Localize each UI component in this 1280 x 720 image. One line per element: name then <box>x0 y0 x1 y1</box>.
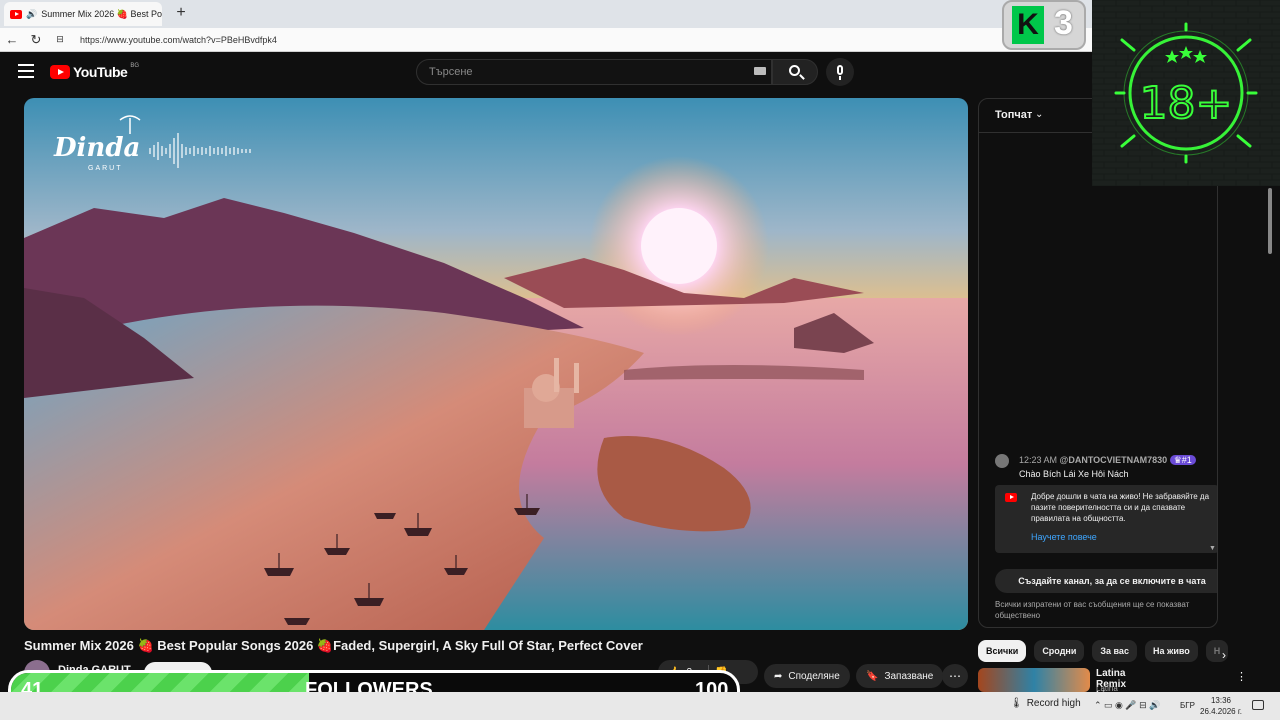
age-label-text: 18+ <box>1140 78 1233 129</box>
chat-timestamp: 12:23 AM <box>1019 455 1058 465</box>
masthead: YouTube BG Търсене <box>2 52 1092 94</box>
thermometer-icon: 🌡 <box>1010 698 1023 709</box>
video-frame-sunset-coast: Dinda GARUT <box>24 98 968 630</box>
learn-more-link[interactable]: Научете повече <box>1031 532 1211 543</box>
welcome-text: Добре дошли в чата на живо! Не забравяйт… <box>1031 492 1210 523</box>
youtube-page: YouTube BG Търсене Dinda GARUT Summer Mi… <box>2 52 1229 712</box>
new-tab-button[interactable]: + <box>172 4 190 22</box>
microphone-icon <box>837 65 843 75</box>
chip-for-you[interactable]: За вас <box>1092 640 1137 662</box>
keyboard-icon[interactable] <box>754 67 766 75</box>
public-messages-note: Всички изпратени от вас съобщения ще се … <box>995 600 1190 620</box>
save-button[interactable]: 🔖 Запазване <box>856 664 944 688</box>
chip-all[interactable]: Всички <box>978 640 1027 662</box>
page-scrollbar[interactable] <box>1268 188 1272 254</box>
watermark-brand-sub: GARUT <box>88 165 123 172</box>
k3-channel-logo: K 3 <box>1002 0 1086 50</box>
video-title: Summer Mix 2026 🍓 Best Popular Songs 202… <box>24 638 643 653</box>
chat-scroll-down-icon[interactable]: ▼ <box>1209 545 1216 552</box>
youtube-logo[interactable]: YouTube BG <box>50 63 139 80</box>
bookmark-icon: 🔖 <box>866 670 879 682</box>
age-rating-neon-sign: 18+ <box>1092 0 1280 186</box>
youtube-favicon-icon <box>10 9 22 19</box>
chat-author-avatar[interactable] <box>995 454 1009 468</box>
k3-number: 3 <box>1054 4 1073 42</box>
clock-time: 13:36 <box>1210 696 1231 705</box>
system-tray-icons[interactable]: ⌃ ▭ ◉ 🎤 ⊟ 🔊 <box>1094 700 1160 711</box>
chat-badge-text: #1 <box>1181 455 1192 465</box>
watermark-brand: Dinda <box>53 133 140 163</box>
chat-welcome-banner: Добре дошли в чата на живо! Не забравяйт… <box>995 485 1217 553</box>
crown-icon: ♛ <box>1173 455 1182 465</box>
menu-icon[interactable] <box>18 64 34 78</box>
speaker-icon[interactable]: 🔊 <box>26 9 37 20</box>
chip-live[interactable]: На живо <box>1144 640 1198 662</box>
youtube-play-icon <box>50 65 70 79</box>
logo-text: YouTube <box>73 64 128 80</box>
create-channel-button[interactable]: Създайте канал, за да се включите в чата <box>995 569 1217 593</box>
notification-icon[interactable] <box>1252 700 1264 710</box>
chat-mode-selector[interactable]: Топчат <box>995 109 1032 121</box>
windows-taskbar: 🌡 Record high ⌃ ▭ ◉ 🎤 ⊟ 🔊 БГР 13:36 26.4… <box>0 692 1280 720</box>
address-bar: ← ↻ ⊟ https://www.youtube.com/watch?v=PB… <box>0 28 1280 52</box>
reload-icon[interactable]: ↻ <box>24 32 48 48</box>
related-filter-chips: Всички Сродни За вас На живо Н <box>978 640 1229 664</box>
search-icon <box>789 65 800 76</box>
chat-rank-badge: ♛#1 <box>1169 455 1196 465</box>
chip-related[interactable]: Сродни <box>1034 640 1085 662</box>
search-placeholder: Търсене <box>429 66 473 78</box>
tab-title: Summer Mix 2026 🍓 Best Po <box>41 8 162 19</box>
neon-18-plus-icon: 18+ <box>1092 0 1280 186</box>
clock[interactable]: 13:36 26.4.2026 г. <box>1200 695 1242 717</box>
browser-tab-bar: 🔊 Summer Mix 2026 🍓 Best Po + <box>0 0 1280 28</box>
weather-widget[interactable]: 🌡 Record high <box>1010 698 1081 709</box>
url-field[interactable]: https://www.youtube.com/watch?v=PBeHBvdf… <box>80 35 277 45</box>
browser-tab[interactable]: 🔊 Summer Mix 2026 🍓 Best Po <box>4 2 162 26</box>
site-info-icon[interactable]: ⊟ <box>48 34 72 45</box>
share-button[interactable]: ➦ Споделяне <box>764 664 850 688</box>
recommendation-more-icon[interactable]: ⋮ <box>1236 670 1247 683</box>
chevron-down-icon[interactable]: ⌄ <box>1035 109 1043 120</box>
chat-text: Chào Bích Lái Xe Hôi Nách <box>1019 469 1129 479</box>
country-code: BG <box>130 63 139 69</box>
weather-label: Record high <box>1026 698 1081 709</box>
chat-author[interactable]: @DANTOCVIETNAM7830 <box>1060 455 1168 465</box>
search-button[interactable] <box>772 59 818 85</box>
chat-message: 12:23 AM @DANTOCVIETNAM7830 ♛#1 Chào Bíc… <box>1019 453 1215 481</box>
share-arrow-icon: ➦ <box>774 670 783 682</box>
recommendation-thumbnail[interactable] <box>978 668 1090 692</box>
voice-search-button[interactable] <box>826 58 854 86</box>
clock-date: 26.4.2026 г. <box>1200 707 1242 716</box>
video-player[interactable]: Dinda GARUT <box>24 98 968 630</box>
chevron-right-icon[interactable]: › <box>1222 648 1226 662</box>
back-arrow-icon[interactable]: ← <box>0 32 24 47</box>
share-label: Споделяне <box>788 670 840 682</box>
youtube-icon <box>1005 493 1017 502</box>
search-input[interactable]: Търсене <box>416 59 772 85</box>
input-language[interactable]: БГР <box>1180 701 1195 710</box>
k3-letter: K <box>1012 6 1044 44</box>
more-actions-button[interactable]: ⋯ <box>942 664 968 688</box>
save-label: Запазване <box>884 670 934 682</box>
